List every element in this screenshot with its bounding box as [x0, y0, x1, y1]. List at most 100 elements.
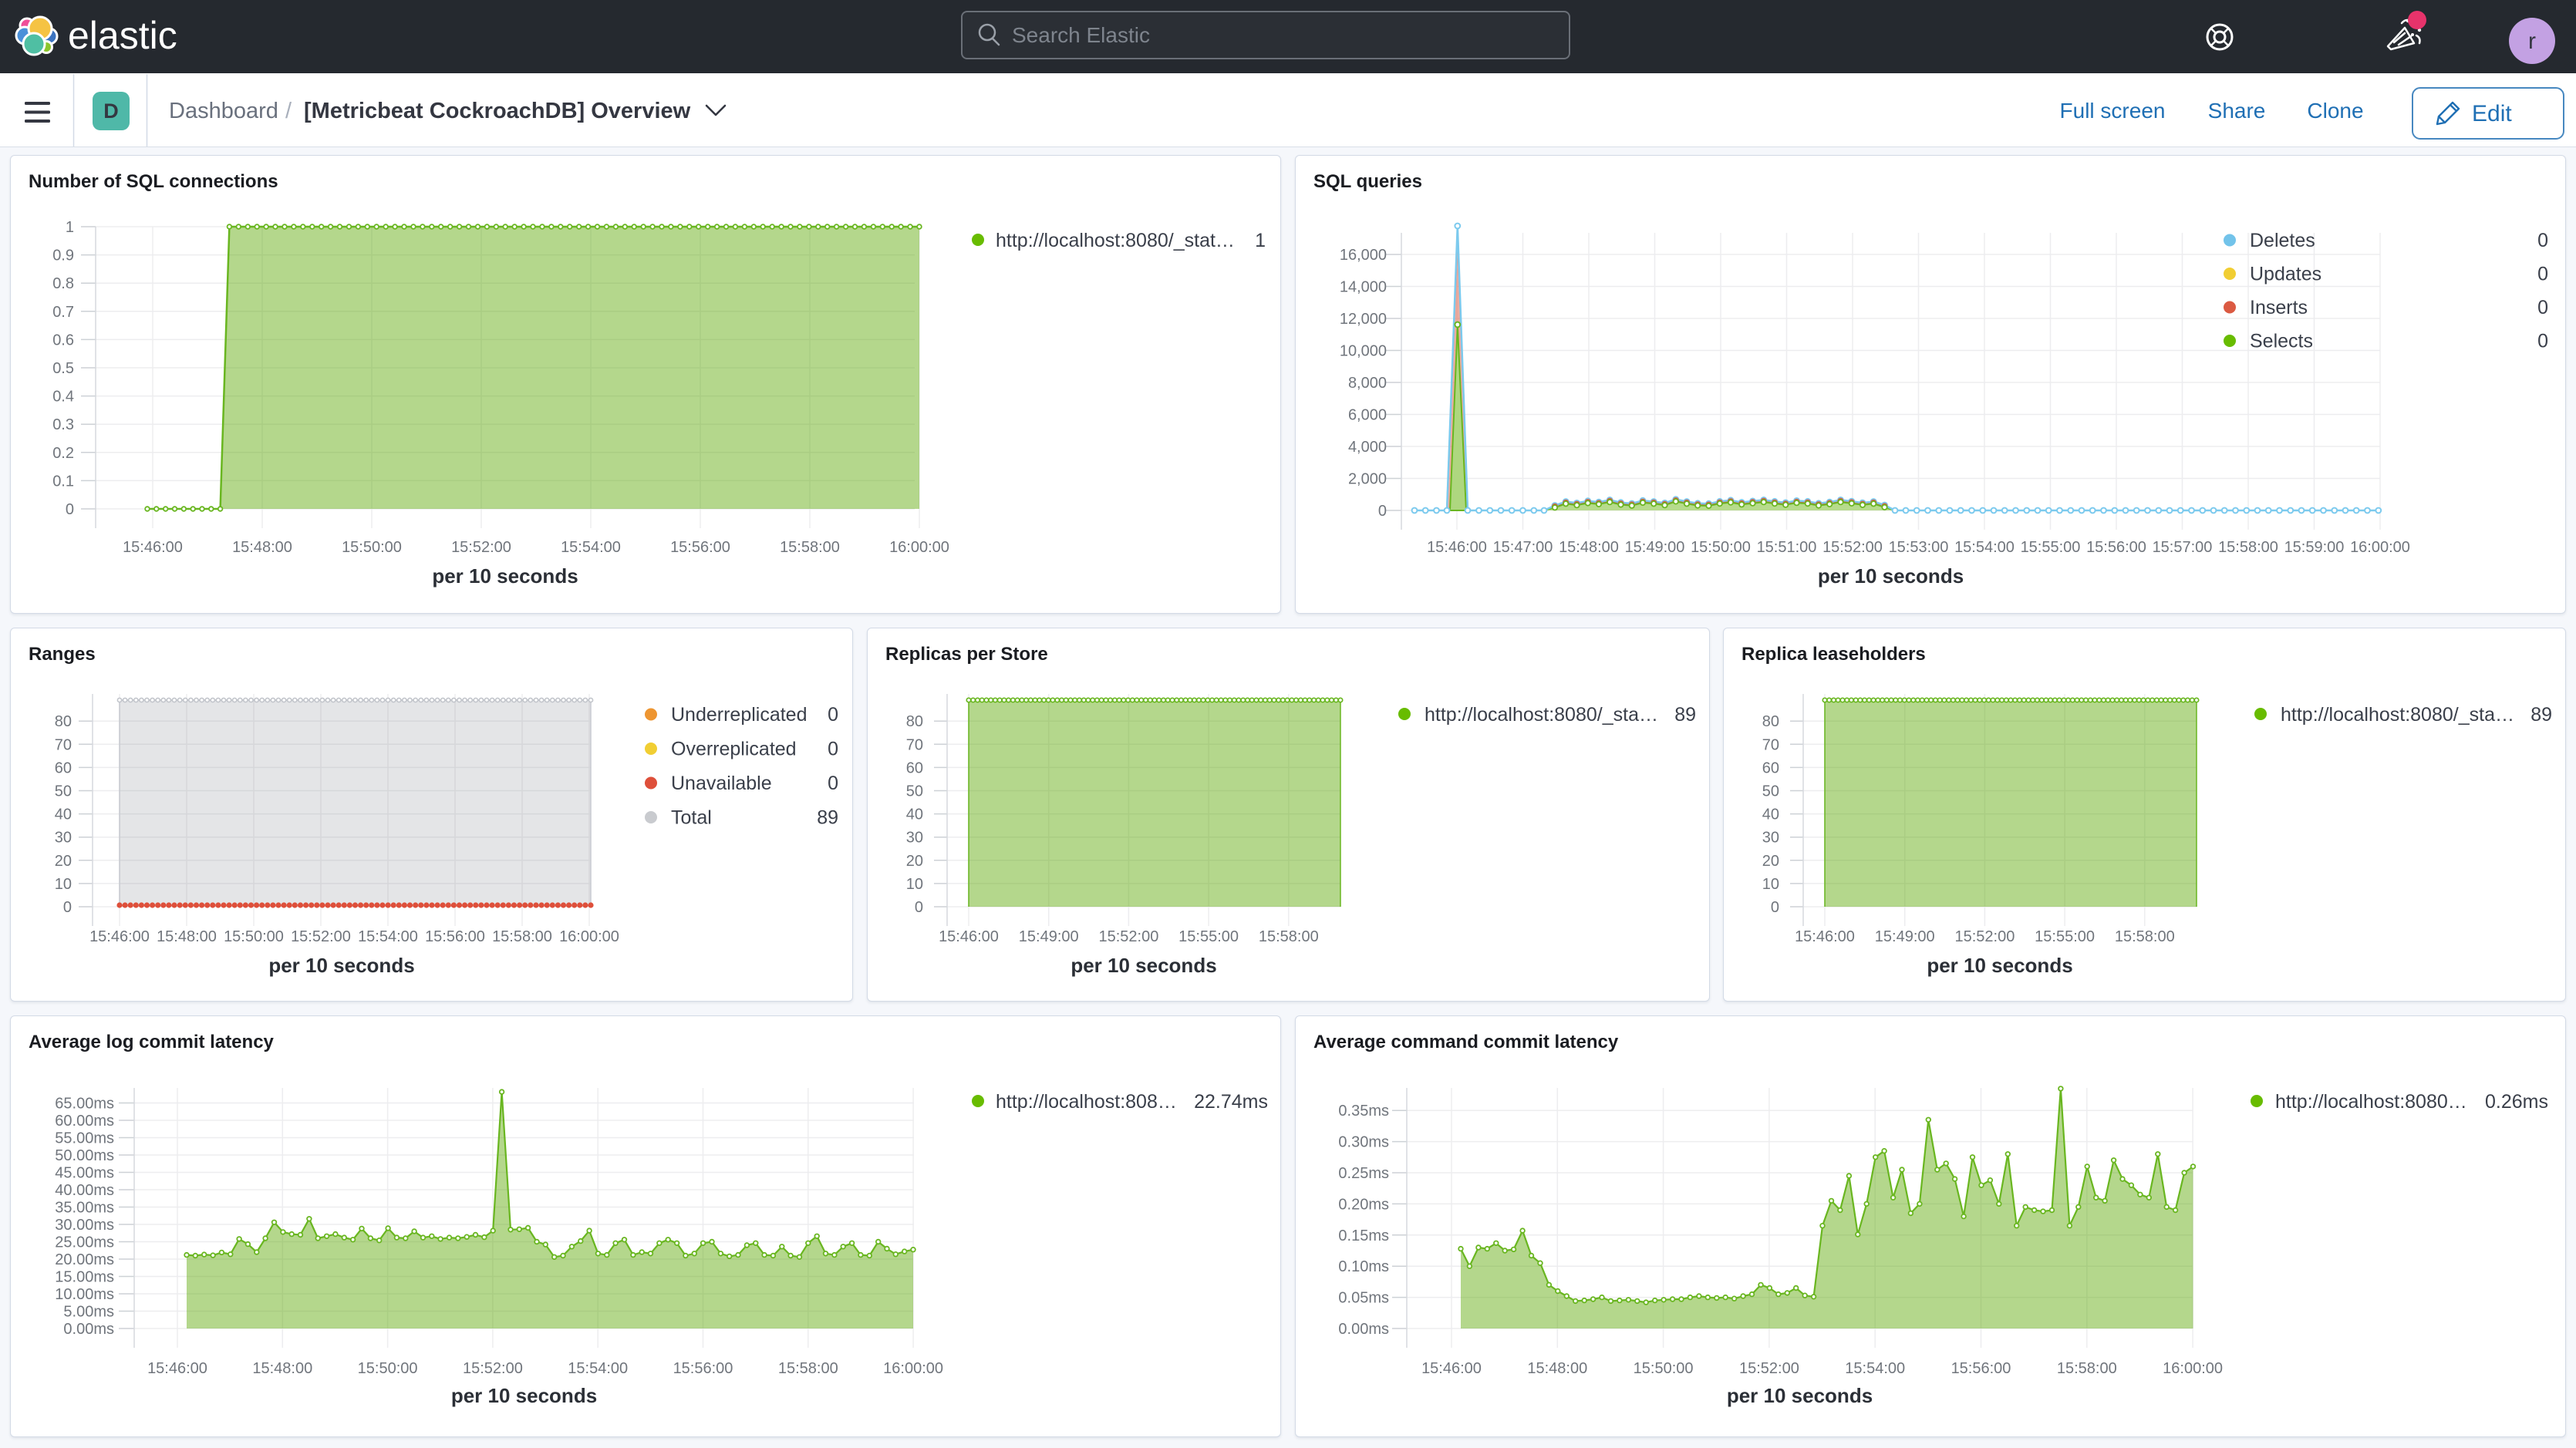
svg-text:15:46:00: 15:46:00: [939, 928, 999, 945]
svg-text:0.25ms: 0.25ms: [1338, 1165, 1389, 1182]
svg-text:D: D: [103, 99, 119, 123]
svg-text:0.1: 0.1: [52, 473, 74, 490]
svg-text:10.00ms: 10.00ms: [55, 1286, 114, 1303]
svg-text:http://localhost:808…: http://localhost:808…: [996, 1091, 1177, 1113]
svg-text:15:46:00: 15:46:00: [123, 539, 183, 556]
svg-text:Search Elastic: Search Elastic: [1012, 23, 1150, 47]
svg-text:15:46:00: 15:46:00: [147, 1360, 207, 1377]
svg-text:0.6: 0.6: [52, 332, 74, 349]
svg-text:15:52:00: 15:52:00: [291, 928, 351, 945]
svg-text:0.2: 0.2: [52, 445, 74, 462]
svg-text:per 10 seconds: per 10 seconds: [1727, 1384, 1873, 1407]
svg-text:20: 20: [1762, 853, 1779, 870]
svg-text:15:48:00: 15:48:00: [1527, 1360, 1587, 1377]
svg-text:15:48:00: 15:48:00: [232, 539, 292, 556]
svg-text:0: 0: [915, 899, 923, 916]
svg-text:0: 0: [828, 773, 838, 794]
svg-text:16:00:00: 16:00:00: [559, 928, 619, 945]
svg-text:15:50:00: 15:50:00: [1634, 1360, 1694, 1377]
svg-text:15:52:00: 15:52:00: [1739, 1360, 1799, 1377]
svg-text:16:00:00: 16:00:00: [2163, 1360, 2223, 1377]
svg-text:15:55:00: 15:55:00: [2035, 928, 2095, 945]
svg-text:15:49:00: 15:49:00: [1019, 928, 1079, 945]
svg-text:0: 0: [2537, 230, 2548, 251]
svg-text:0: 0: [1771, 899, 1779, 916]
svg-text:/: /: [285, 99, 292, 123]
svg-text:15:46:00: 15:46:00: [1421, 1360, 1482, 1377]
svg-text:15:55:00: 15:55:00: [1178, 928, 1239, 945]
svg-text:30: 30: [55, 830, 72, 847]
svg-text:Replicas per Store: Replicas per Store: [885, 644, 1048, 665]
svg-text:per 10 seconds: per 10 seconds: [268, 954, 414, 977]
svg-text:10,000: 10,000: [1340, 343, 1387, 360]
svg-text:0.8: 0.8: [52, 275, 74, 292]
svg-text:0: 0: [828, 739, 838, 760]
svg-text:50: 50: [906, 783, 923, 800]
svg-text:0.4: 0.4: [52, 389, 74, 406]
svg-text:10: 10: [906, 876, 923, 893]
svg-text:16:00:00: 16:00:00: [883, 1360, 943, 1377]
svg-text:15:48:00: 15:48:00: [157, 928, 217, 945]
svg-text:2,000: 2,000: [1348, 471, 1387, 488]
svg-text:0: 0: [66, 501, 74, 518]
svg-text:Ranges: Ranges: [29, 644, 96, 665]
svg-text:Edit: Edit: [2472, 101, 2512, 126]
svg-text:0.30ms: 0.30ms: [1338, 1134, 1389, 1151]
svg-text:15:50:00: 15:50:00: [342, 539, 402, 556]
svg-text:15:58:00: 15:58:00: [2115, 928, 2175, 945]
svg-text:http://localhost:8080/_stat…: http://localhost:8080/_stat…: [996, 230, 1235, 251]
svg-text:http://localhost:8080…: http://localhost:8080…: [2275, 1091, 2467, 1113]
svg-text:15:54:00: 15:54:00: [1845, 1360, 1905, 1377]
svg-text:Inserts: Inserts: [2250, 297, 2308, 318]
svg-text:60.00ms: 60.00ms: [55, 1113, 114, 1130]
svg-text:16:00:00: 16:00:00: [889, 539, 949, 556]
svg-text:25.00ms: 25.00ms: [55, 1234, 114, 1251]
svg-text:60: 60: [906, 759, 923, 776]
svg-text:15:51:00: 15:51:00: [1757, 539, 1817, 556]
svg-text:per 10 seconds: per 10 seconds: [1927, 954, 2072, 977]
svg-text:Updates: Updates: [2250, 264, 2321, 285]
svg-text:0.3: 0.3: [52, 416, 74, 433]
svg-text:15:56:00: 15:56:00: [2086, 539, 2146, 556]
svg-text:r: r: [2528, 29, 2536, 54]
svg-text:5.00ms: 5.00ms: [63, 1304, 114, 1321]
svg-text:15:52:00: 15:52:00: [451, 539, 511, 556]
svg-text:70: 70: [1762, 736, 1779, 753]
svg-text:SQL queries: SQL queries: [1313, 171, 1422, 192]
svg-text:Average log commit latency: Average log commit latency: [29, 1032, 275, 1052]
svg-text:16,000: 16,000: [1340, 247, 1387, 264]
svg-text:elastic: elastic: [68, 14, 177, 57]
svg-text:20: 20: [55, 853, 72, 870]
svg-text:15:52:00: 15:52:00: [1822, 539, 1883, 556]
svg-text:15.00ms: 15.00ms: [55, 1269, 114, 1286]
svg-text:15:59:00: 15:59:00: [2284, 539, 2345, 556]
svg-text:15:58:00: 15:58:00: [780, 539, 840, 556]
svg-text:40: 40: [906, 807, 923, 823]
svg-text:0.9: 0.9: [52, 248, 74, 264]
svg-text:40: 40: [55, 807, 72, 823]
svg-text:15:52:00: 15:52:00: [463, 1360, 523, 1377]
svg-text:http://localhost:8080/_sta…: http://localhost:8080/_sta…: [2281, 704, 2514, 726]
svg-text:15:58:00: 15:58:00: [1259, 928, 1319, 945]
svg-text:1: 1: [66, 219, 74, 236]
svg-text:60: 60: [55, 759, 72, 776]
svg-text:4,000: 4,000: [1348, 439, 1387, 456]
svg-text:15:54:00: 15:54:00: [358, 928, 418, 945]
svg-text:15:54:00: 15:54:00: [561, 539, 621, 556]
svg-text:0.35ms: 0.35ms: [1338, 1103, 1389, 1120]
svg-text:15:47:00: 15:47:00: [1493, 539, 1553, 556]
svg-text:40.00ms: 40.00ms: [55, 1182, 114, 1199]
svg-text:15:48:00: 15:48:00: [252, 1360, 312, 1377]
svg-text:Underreplicated: Underreplicated: [671, 704, 808, 726]
svg-text:15:50:00: 15:50:00: [224, 928, 284, 945]
svg-text:Number of SQL connections: Number of SQL connections: [29, 171, 278, 192]
svg-text:55.00ms: 55.00ms: [55, 1130, 114, 1147]
svg-text:60: 60: [1762, 759, 1779, 776]
svg-text:Deletes: Deletes: [2250, 230, 2315, 251]
svg-text:0.05ms: 0.05ms: [1338, 1290, 1389, 1307]
svg-text:0.26ms: 0.26ms: [2485, 1091, 2548, 1113]
svg-text:15:56:00: 15:56:00: [670, 539, 730, 556]
svg-text:15:50:00: 15:50:00: [1691, 539, 1751, 556]
svg-text:45.00ms: 45.00ms: [55, 1165, 114, 1182]
svg-text:50.00ms: 50.00ms: [55, 1147, 114, 1164]
